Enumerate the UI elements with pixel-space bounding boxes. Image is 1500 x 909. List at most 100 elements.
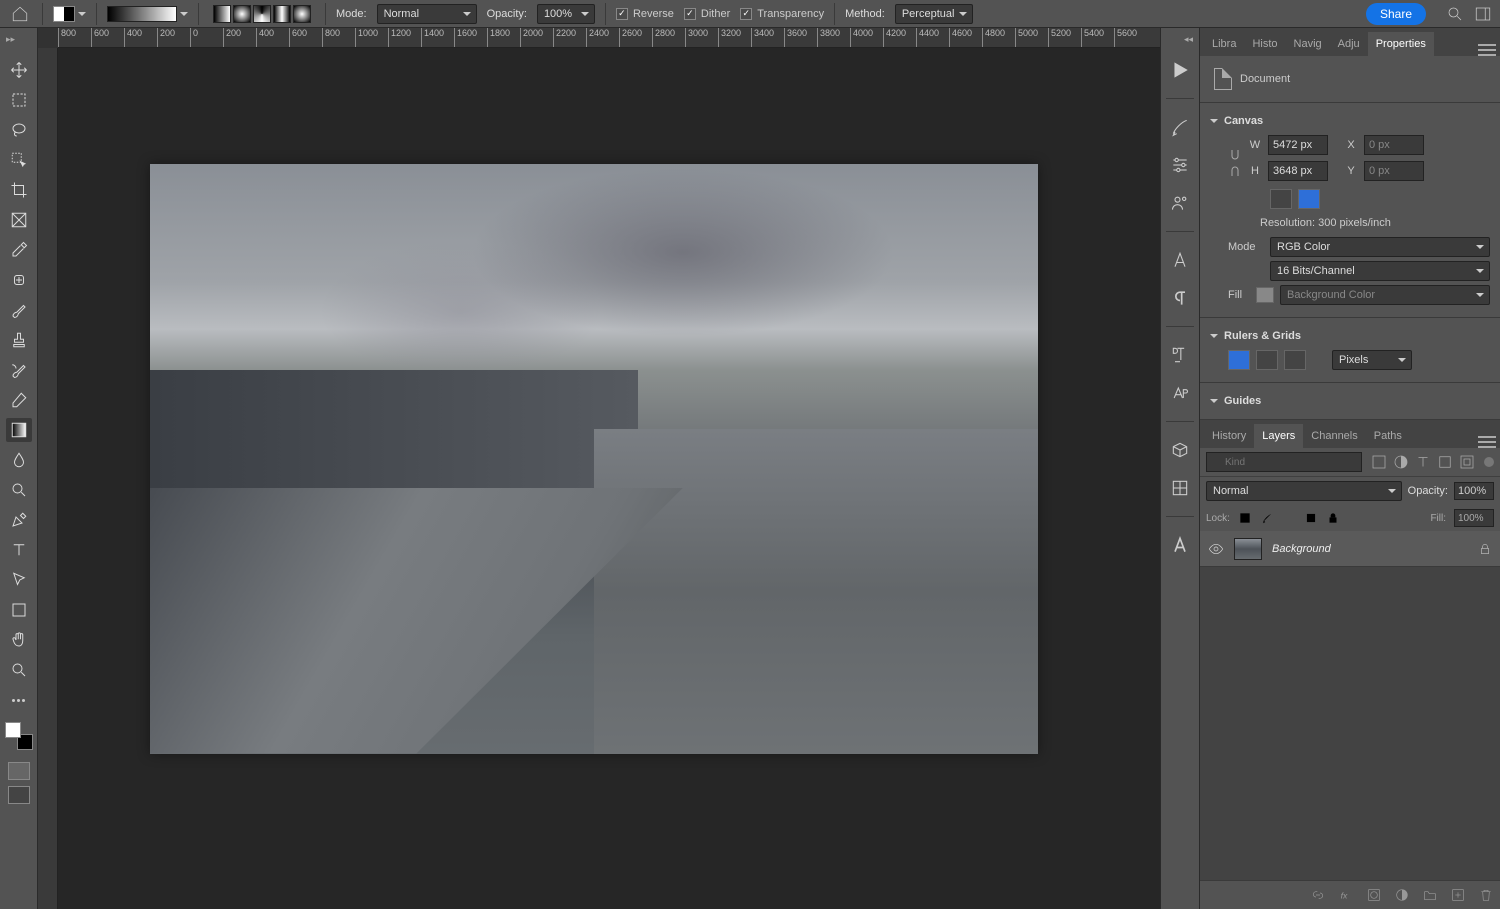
canvas-width-input[interactable] bbox=[1268, 135, 1328, 155]
lock-position-icon[interactable] bbox=[1282, 511, 1296, 525]
tab-histogram[interactable]: Histo bbox=[1244, 32, 1285, 56]
play-action-icon[interactable] bbox=[1168, 58, 1192, 82]
fill-swatch[interactable] bbox=[1256, 287, 1274, 303]
quickmask-toggle[interactable] bbox=[8, 762, 30, 780]
show-rulers-button[interactable] bbox=[1228, 350, 1250, 370]
show-grid-button[interactable] bbox=[1256, 350, 1278, 370]
fgbg-swatch[interactable] bbox=[53, 6, 86, 22]
foreground-color-swatch[interactable] bbox=[5, 722, 21, 738]
layer-mask-icon[interactable] bbox=[1366, 887, 1382, 903]
bit-depth-select[interactable]: 16 Bits/Channel bbox=[1270, 261, 1490, 281]
eyedropper-tool[interactable] bbox=[6, 238, 32, 262]
edit-toolbar[interactable] bbox=[6, 688, 32, 712]
fill-type-select[interactable]: Background Color bbox=[1280, 285, 1490, 305]
transparency-checkbox[interactable]: Transparency bbox=[740, 8, 824, 20]
link-layers-icon[interactable] bbox=[1310, 887, 1326, 903]
document-viewport[interactable] bbox=[58, 48, 1160, 909]
lock-transparency-icon[interactable] bbox=[1238, 511, 1252, 525]
search-icon[interactable] bbox=[1446, 5, 1464, 23]
gradient-tool[interactable] bbox=[6, 418, 32, 442]
tab-history[interactable]: History bbox=[1204, 424, 1254, 448]
collapse-icon[interactable]: ◂◂ bbox=[1184, 34, 1193, 45]
grid-panel-icon[interactable] bbox=[1168, 476, 1192, 500]
3d-panel-icon[interactable] bbox=[1168, 438, 1192, 462]
glyphs-panel-icon[interactable] bbox=[1168, 533, 1192, 557]
foreground-background-colors[interactable] bbox=[5, 722, 33, 750]
pen-tool[interactable] bbox=[6, 508, 32, 532]
ruler-vertical[interactable] bbox=[38, 48, 58, 909]
orientation-portrait[interactable] bbox=[1270, 189, 1292, 209]
gradient-preset[interactable] bbox=[107, 6, 188, 22]
shape-tool[interactable] bbox=[6, 598, 32, 622]
workspace-icon[interactable] bbox=[1474, 5, 1492, 23]
tab-paths[interactable]: Paths bbox=[1366, 424, 1410, 448]
lock-paint-icon[interactable] bbox=[1260, 511, 1274, 525]
brush-settings-icon[interactable] bbox=[1168, 115, 1192, 139]
healing-tool[interactable] bbox=[6, 268, 32, 292]
screenmode-toggle[interactable] bbox=[8, 786, 30, 804]
tab-layers[interactable]: Layers bbox=[1254, 424, 1303, 448]
gradient-diamond[interactable] bbox=[293, 5, 311, 23]
marquee-tool[interactable] bbox=[6, 88, 32, 112]
zoom-tool[interactable] bbox=[6, 658, 32, 682]
reverse-checkbox[interactable]: Reverse bbox=[616, 8, 674, 20]
character-panel-icon[interactable] bbox=[1168, 248, 1192, 272]
panel-menu-icon[interactable] bbox=[1478, 436, 1496, 448]
crop-tool[interactable] bbox=[6, 178, 32, 202]
panel-menu-icon[interactable] bbox=[1478, 44, 1496, 56]
layer-row[interactable]: Background bbox=[1200, 531, 1500, 567]
move-tool[interactable] bbox=[6, 58, 32, 82]
object-select-tool[interactable] bbox=[6, 148, 32, 172]
char-style-icon[interactable] bbox=[1168, 381, 1192, 405]
show-guides-button[interactable] bbox=[1284, 350, 1306, 370]
type-tool[interactable] bbox=[6, 538, 32, 562]
gradient-reflected[interactable] bbox=[273, 5, 291, 23]
history-brush-tool[interactable] bbox=[6, 358, 32, 382]
lasso-tool[interactable] bbox=[6, 118, 32, 142]
eraser-tool[interactable] bbox=[6, 388, 32, 412]
visibility-icon[interactable] bbox=[1208, 541, 1224, 557]
people-icon[interactable] bbox=[1168, 191, 1192, 215]
canvas-height-input[interactable] bbox=[1268, 161, 1328, 181]
ruler-horizontal[interactable]: 8006004002000200400600800100012001400160… bbox=[58, 28, 1160, 48]
layer-thumbnail[interactable] bbox=[1234, 538, 1262, 560]
tab-properties[interactable]: Properties bbox=[1368, 32, 1434, 56]
blur-tool[interactable] bbox=[6, 448, 32, 472]
adjustments-icon[interactable] bbox=[1168, 153, 1192, 177]
gradient-linear[interactable] bbox=[213, 5, 231, 23]
dodge-tool[interactable] bbox=[6, 478, 32, 502]
tab-adjustments[interactable]: Adju bbox=[1330, 32, 1368, 56]
layer-blend-select[interactable]: Normal bbox=[1206, 481, 1402, 501]
gradient-radial[interactable] bbox=[233, 5, 251, 23]
dither-checkbox[interactable]: Dither bbox=[684, 8, 730, 20]
layer-fill-input[interactable] bbox=[1454, 509, 1494, 527]
expand-icon[interactable]: ▸▸ bbox=[6, 34, 15, 45]
new-layer-icon[interactable] bbox=[1450, 887, 1466, 903]
layer-opacity-input[interactable] bbox=[1454, 482, 1494, 500]
rulers-section-toggle[interactable]: Rulers & Grids bbox=[1210, 326, 1490, 346]
layer-filter-input[interactable] bbox=[1206, 452, 1362, 472]
lock-all-icon[interactable] bbox=[1326, 511, 1340, 525]
filter-adjust-icon[interactable] bbox=[1392, 453, 1410, 471]
hand-tool[interactable] bbox=[6, 628, 32, 652]
ruler-units-select[interactable]: Pixels bbox=[1332, 350, 1412, 370]
tab-channels[interactable]: Channels bbox=[1303, 424, 1365, 448]
opacity-select[interactable]: 100% bbox=[537, 4, 595, 24]
lock-icon[interactable] bbox=[1478, 542, 1492, 556]
lock-artboard-icon[interactable] bbox=[1304, 511, 1318, 525]
canvas-section-toggle[interactable]: Canvas bbox=[1210, 111, 1490, 131]
home-button[interactable] bbox=[8, 4, 32, 24]
brush-tool[interactable] bbox=[6, 298, 32, 322]
filter-toggle[interactable] bbox=[1484, 457, 1494, 467]
layer-fx-icon[interactable]: fx bbox=[1338, 887, 1354, 903]
frame-tool[interactable] bbox=[6, 208, 32, 232]
gradient-angle[interactable] bbox=[253, 5, 271, 23]
filter-type-icon[interactable] bbox=[1414, 453, 1432, 471]
blend-mode-select[interactable]: Normal bbox=[377, 4, 477, 24]
link-icon[interactable] bbox=[1228, 148, 1242, 178]
adjustment-layer-icon[interactable] bbox=[1394, 887, 1410, 903]
filter-shape-icon[interactable] bbox=[1436, 453, 1454, 471]
tab-libraries[interactable]: Libra bbox=[1204, 32, 1244, 56]
delete-layer-icon[interactable] bbox=[1478, 887, 1494, 903]
guides-section-toggle[interactable]: Guides bbox=[1210, 391, 1490, 411]
